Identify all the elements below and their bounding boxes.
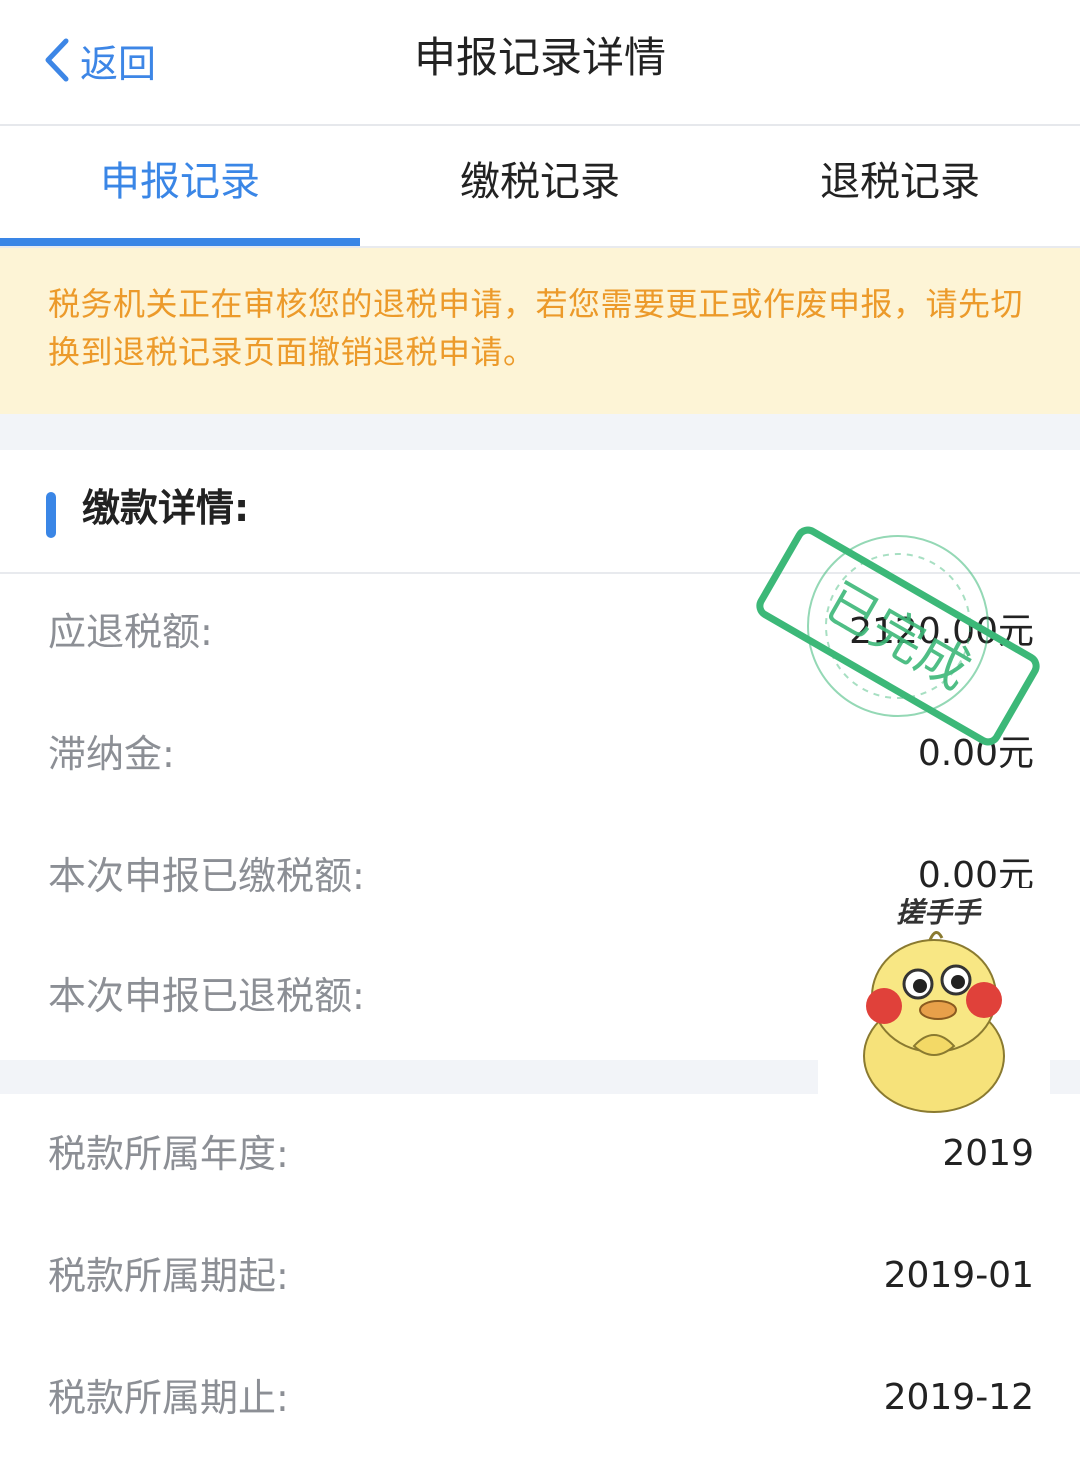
active-tab-indicator xyxy=(0,238,360,246)
tab-payment-records[interactable]: 缴税记录 xyxy=(360,126,720,244)
tax-year-label: 税款所属年度: xyxy=(48,1132,289,1176)
notice-text: 税务机关正在审核您的退税申请，若您需要更正或作废申报，请先切换到退税记录页面撤销… xyxy=(48,285,1024,371)
page-title: 申报记录详情 xyxy=(413,33,666,82)
duck-illustration xyxy=(863,931,1005,1113)
period-end-label: 税款所属期止: xyxy=(48,1376,289,1420)
section-divider xyxy=(0,414,1080,450)
refund-due-label: 应退税额: xyxy=(48,610,213,654)
navigation-bar: 返回 申报记录详情 xyxy=(0,0,1080,126)
tax-year-value: 2019 xyxy=(942,1133,1034,1174)
section-title: 缴款详情: xyxy=(82,486,250,530)
tab-bar: 申报记录 缴税记录 退税记录 xyxy=(0,126,1080,248)
tab-declaration-records[interactable]: 申报记录 xyxy=(0,126,360,244)
period-row-start: 税款所属期起: 2019-01 xyxy=(0,1218,1080,1340)
notice-banner: 税务机关正在审核您的退税申请，若您需要更正或作废申报，请先切换到退税记录页面撤销… xyxy=(0,248,1080,414)
period-row-end: 税款所属期止: 2019-12 xyxy=(0,1340,1080,1462)
refund-due-value: 2120.00元 xyxy=(849,611,1034,652)
section-accent-bar xyxy=(46,492,56,538)
late-fee-value: 0.00元 xyxy=(917,733,1034,774)
late-fee-label: 滞纳金: xyxy=(48,732,175,776)
detail-row-late-fee: 滞纳金: 0.00元 xyxy=(0,696,1080,818)
detail-row-refund-due: 应退税额: 2120.00元 xyxy=(0,574,1080,696)
period-start-label: 税款所属期起: xyxy=(48,1254,289,1298)
tax-refunded-label: 本次申报已退税额: xyxy=(48,974,365,1018)
sticker-caption: 搓手手 xyxy=(896,896,983,929)
sticker-image: 搓手手 xyxy=(818,888,1050,1120)
tax-paid-label: 本次申报已缴税额: xyxy=(48,854,365,898)
tab-refund-records[interactable]: 退税记录 xyxy=(720,126,1080,244)
period-end-value: 2019-12 xyxy=(883,1377,1034,1418)
period-start-value: 2019-01 xyxy=(883,1255,1034,1296)
section-header: 缴款详情: xyxy=(0,450,1080,574)
